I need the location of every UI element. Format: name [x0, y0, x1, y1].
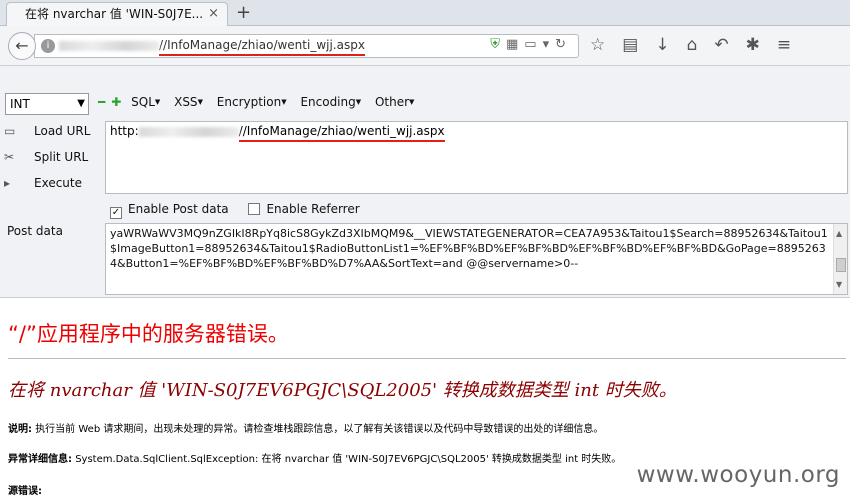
description-label: 说明: — [8, 424, 32, 435]
enable-referrer-checkbox[interactable]: Enable Referrer — [248, 202, 360, 216]
menu-xss-label: XSS — [174, 95, 198, 109]
url-prefix: http: — [110, 124, 139, 138]
exception-text: System.Data.SqlClient.SqlException: 在将 n… — [75, 454, 622, 465]
divider — [8, 358, 846, 359]
description-text: 执行当前 Web 请求期间，出现未处理的异常。请检查堆栈跟踪信息，以了解有关该错… — [35, 424, 604, 435]
enable-post-checkbox[interactable]: ✓ Enable Post data — [110, 202, 229, 219]
enable-post-label: Enable Post data — [128, 202, 229, 216]
address-icons: ⛨▦▭▾↻ — [490, 37, 572, 52]
minus-icon[interactable]: ━ — [98, 95, 105, 109]
hackbar-menu: ━ ✚ SQL▼ XSS▼ Encryption▼ Encoding▼ Other… — [98, 95, 424, 109]
navigation-toolbar: i //InfoManage/zhiao/wenti_wjj.aspx ⛨▦▭▾… — [0, 26, 850, 66]
split-url-icon: ✂ — [4, 150, 15, 164]
menu-icon[interactable]: ≡ — [777, 35, 808, 55]
enable-referrer-label: Enable Referrer — [266, 202, 360, 216]
split-url-label: Split URL — [34, 150, 89, 164]
post-data-textarea[interactable]: yaWRWaWV3MQ9nZGIkI8RpYq8icS8GykZd3XIbMQM… — [105, 223, 848, 295]
watermark: www.wooyun.org — [636, 462, 840, 488]
type-select[interactable]: INT ▼ — [5, 93, 89, 115]
exception-line: 异常详细信息: System.Data.SqlClient.SqlExcepti… — [8, 450, 621, 465]
redacted-host — [59, 40, 159, 51]
undo-icon[interactable]: ↶ — [714, 35, 745, 55]
menu-encoding-label: Encoding — [300, 95, 356, 109]
menu-sql[interactable]: SQL▼ — [131, 95, 160, 109]
post-data-label: Post data — [7, 224, 63, 238]
bookmark-star-icon[interactable]: ☆ — [590, 35, 622, 55]
execute-button[interactable]: ▸ Execute — [4, 176, 82, 190]
reader-icon[interactable]: ▭ — [524, 37, 542, 52]
reload-icon[interactable]: ↻ — [555, 37, 572, 52]
menu-xss[interactable]: XSS▼ — [174, 95, 203, 109]
description-line: 说明: 执行当前 Web 请求期间，出现未处理的异常。请检查堆栈跟踪信息，以了解… — [8, 420, 603, 435]
tab-title: 在将 nvarchar 值 'WIN-S0J7E... — [25, 7, 204, 21]
menu-other[interactable]: Other▼ — [375, 95, 414, 109]
address-path: //InfoManage/zhiao/wenti_wjj.aspx — [159, 38, 365, 56]
scroll-down-icon[interactable]: ▼ — [836, 277, 842, 292]
home-icon[interactable]: ⌂ — [687, 35, 715, 55]
dropdown-icon[interactable]: ▾ — [543, 37, 556, 52]
source-error-label: 源错误: — [8, 486, 42, 497]
addon-icon[interactable]: ✱ — [746, 35, 777, 55]
type-select-value: INT — [10, 97, 30, 111]
url-textarea[interactable]: http: //InfoManage/zhiao/wenti_wjj.aspx — [105, 121, 848, 194]
scroll-up-icon[interactable]: ▲ — [836, 226, 842, 241]
url-path: //InfoManage/zhiao/wenti_wjj.aspx — [238, 124, 445, 142]
split-url-button[interactable]: ✂ Split URL — [4, 150, 88, 164]
chevron-down-icon: ▼ — [77, 98, 85, 109]
scroll-thumb[interactable] — [836, 258, 846, 272]
tab-bar: 在将 nvarchar 值 'WIN-S0J7E... × + — [0, 0, 850, 26]
address-bar[interactable]: i //InfoManage/zhiao/wenti_wjj.aspx ⛨▦▭▾… — [34, 34, 579, 58]
post-data-text: yaWRWaWV3MQ9nZGIkI8RpYq8icS8GykZd3XIbMQM… — [110, 227, 828, 270]
shield-icon[interactable]: ⛨ — [490, 37, 506, 52]
checkbox-checked-icon: ✓ — [110, 207, 122, 219]
execute-icon: ▸ — [4, 176, 11, 190]
reading-list-icon[interactable]: ▤ — [622, 35, 655, 55]
error-title: “/”应用程序中的服务器错误。 — [8, 322, 289, 346]
address-url[interactable]: //InfoManage/zhiao/wenti_wjj.aspx — [59, 38, 365, 56]
site-info-icon[interactable]: i — [41, 39, 55, 53]
post-scrollbar[interactable]: ▲ ▼ — [833, 224, 847, 294]
download-icon[interactable]: ↓ — [655, 35, 686, 55]
page-content: “/”应用程序中的服务器错误。 在将 nvarchar 值 'WIN-S0J7E… — [0, 298, 850, 504]
close-tab-icon[interactable]: × — [208, 3, 219, 25]
load-url-icon: ▭ — [4, 124, 16, 138]
source-error-line: 源错误: — [8, 482, 42, 497]
post-options: ✓ Enable Post data Enable Referrer — [110, 202, 360, 219]
error-message: 在将 nvarchar 值 'WIN-S0J7EV6PGJC\SQL2005' … — [8, 380, 677, 401]
menu-sql-label: SQL — [131, 95, 155, 109]
execute-label: Execute — [34, 176, 82, 190]
browser-tab[interactable]: 在将 nvarchar 值 'WIN-S0J7E... × — [6, 2, 228, 26]
hackbar-panel: INT ▼ ━ ✚ SQL▼ XSS▼ Encryption▼ Encoding▼ … — [0, 66, 850, 298]
menu-encryption[interactable]: Encryption▼ — [217, 95, 287, 109]
exception-label: 异常详细信息: — [8, 454, 72, 465]
back-button[interactable]: ← — [8, 32, 36, 60]
menu-other-label: Other — [374, 95, 410, 109]
checkbox-unchecked-icon — [248, 203, 261, 215]
toolbar-icons: ☆▤↓⌂↶✱≡ — [590, 35, 808, 55]
new-tab-button[interactable]: + — [236, 2, 251, 24]
menu-encoding[interactable]: Encoding▼ — [300, 95, 361, 109]
load-url-button[interactable]: ▭ Load URL — [4, 124, 90, 138]
plus-icon[interactable]: ✚ — [111, 95, 121, 109]
load-url-label: Load URL — [34, 124, 91, 138]
redacted-host — [138, 126, 239, 137]
menu-encryption-label: Encryption — [216, 95, 282, 109]
qr-icon[interactable]: ▦ — [506, 37, 524, 52]
